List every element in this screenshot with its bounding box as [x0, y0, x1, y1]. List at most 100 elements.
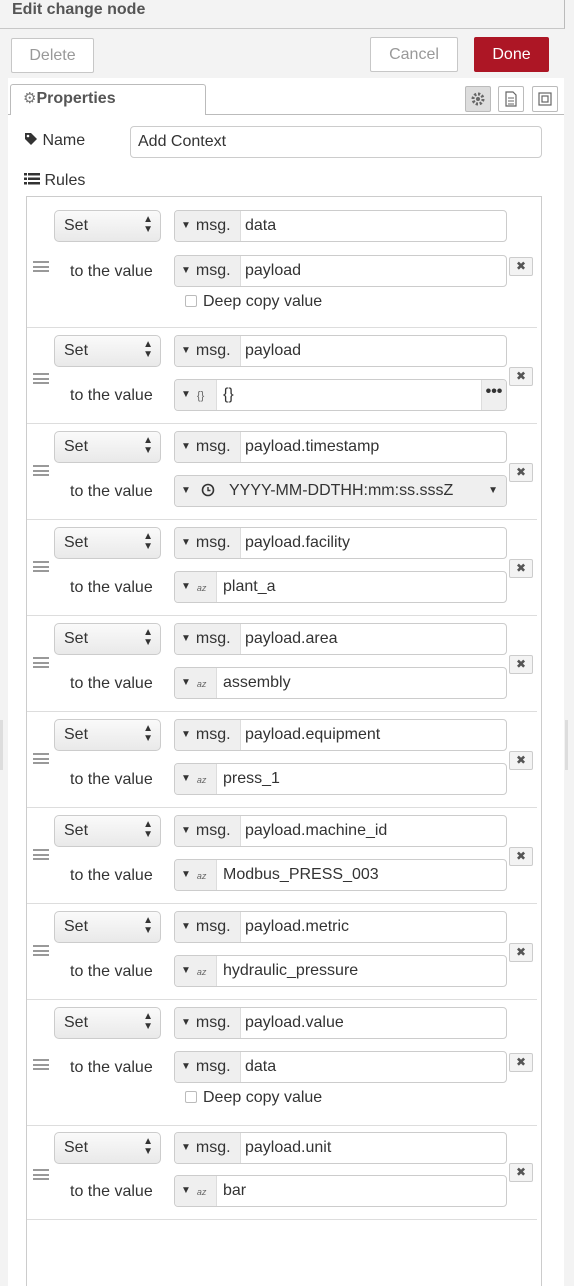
remove-rule-button[interactable]: ✖	[509, 1163, 533, 1182]
property-type-button[interactable]: ▼ msg.	[175, 720, 241, 750]
rule-property-input[interactable]: ▼ msg. payload.metric	[174, 911, 507, 943]
property-type-button[interactable]: ▼ msg.	[175, 528, 241, 558]
remove-rule-button[interactable]: ✖	[509, 1053, 533, 1072]
deep-copy-option[interactable]: Deep copy value	[185, 293, 322, 311]
property-type-button[interactable]: ▼ msg.	[175, 1133, 241, 1163]
value-type-button[interactable]: ▼ msg.	[175, 1052, 241, 1082]
node-appearance-tab-button[interactable]	[532, 86, 558, 112]
rule-value-input[interactable]: ▼ msg. payload	[174, 255, 507, 287]
rule-value-input[interactable]: ▼ {} {} •••	[174, 379, 507, 411]
drag-handle[interactable]	[33, 1059, 49, 1070]
drag-handle[interactable]	[33, 561, 49, 572]
rule-value-input[interactable]: ▼ az hydraulic_pressure	[174, 955, 507, 987]
name-input[interactable]: Add Context	[130, 126, 542, 158]
value-text: plant_a	[223, 578, 276, 595]
value-type-button[interactable]: ▼ msg.	[175, 256, 241, 286]
drag-handle[interactable]	[33, 1169, 49, 1180]
rule-value-input[interactable]: ▼ az plant_a	[174, 571, 507, 603]
rule-action-select[interactable]: Set ▲ ▼	[54, 431, 161, 463]
value-type-button[interactable]: ▼ YYYY-MM-DDTHH:mm:ss.sssZ ▼	[175, 476, 506, 506]
remove-rule-button[interactable]: ✖	[509, 655, 533, 674]
drag-handle[interactable]	[33, 373, 49, 384]
rule-value-input[interactable]: ▼ msg. data	[174, 1051, 507, 1083]
done-button[interactable]: Done	[474, 37, 549, 72]
rule-value-input[interactable]: ▼ az assembly	[174, 667, 507, 699]
rule-action-label: Set	[64, 822, 89, 839]
rule-property-input[interactable]: ▼ msg. payload.area	[174, 623, 507, 655]
rule-property-input[interactable]: ▼ msg. payload.timestamp	[174, 431, 507, 463]
deep-copy-checkbox[interactable]	[185, 1091, 197, 1103]
property-type-button[interactable]: ▼ msg.	[175, 336, 241, 366]
drag-handle[interactable]	[33, 849, 49, 860]
rule-property-input[interactable]: ▼ msg. data	[174, 210, 507, 242]
drag-handle[interactable]	[33, 261, 49, 272]
value-type-button[interactable]: ▼ {}	[175, 380, 217, 410]
value-type-button[interactable]: ▼ az	[175, 860, 217, 890]
drag-handle[interactable]	[33, 753, 49, 764]
delete-button[interactable]: Delete	[11, 38, 94, 73]
rule-value-input[interactable]: ▼ az Modbus_PRESS_003	[174, 859, 507, 891]
left-resize-edge[interactable]	[0, 720, 3, 770]
node-properties-tab-button[interactable]	[465, 86, 491, 112]
rule-action-select[interactable]: Set ▲ ▼	[54, 719, 161, 751]
tag-icon	[24, 132, 42, 149]
remove-rule-button[interactable]: ✖	[509, 847, 533, 866]
rule-property-input[interactable]: ▼ msg. payload.equipment	[174, 719, 507, 751]
deep-copy-option[interactable]: Deep copy value	[185, 1089, 322, 1107]
right-resize-edge[interactable]	[565, 720, 568, 770]
rule-row: Set ▲ ▼ ▼ msg. payload.equipment to the va…	[27, 711, 537, 808]
rule-action-select[interactable]: Set ▲ ▼	[54, 815, 161, 847]
value-type-button[interactable]: ▼ az	[175, 572, 217, 602]
value-type-button[interactable]: ▼ az	[175, 764, 217, 794]
rule-value-input[interactable]: ▼ az press_1	[174, 763, 507, 795]
rule-action-select[interactable]: Set ▲ ▼	[54, 210, 161, 242]
string-type-icon: az	[196, 871, 207, 881]
property-type-button[interactable]: ▼ msg.	[175, 211, 241, 241]
rule-value-input[interactable]: ▼ YYYY-MM-DDTHH:mm:ss.sssZ ▼	[174, 475, 507, 507]
remove-rule-button[interactable]: ✖	[509, 559, 533, 578]
rule-action-select[interactable]: Set ▲ ▼	[54, 623, 161, 655]
cancel-button[interactable]: Cancel	[370, 37, 458, 72]
tray-title: Edit change node	[12, 1, 146, 18]
drag-handle[interactable]	[33, 945, 49, 956]
property-value: data	[245, 217, 277, 234]
remove-rule-button[interactable]: ✖	[509, 943, 533, 962]
select-arrows-icon: ▲ ▼	[143, 435, 153, 456]
rule-action-select[interactable]: Set ▲ ▼	[54, 1132, 161, 1164]
remove-rule-button[interactable]: ✖	[509, 257, 533, 276]
property-type-button[interactable]: ▼ msg.	[175, 912, 241, 942]
property-type-button[interactable]: ▼ msg.	[175, 624, 241, 654]
expand-editor-button[interactable]: •••	[481, 380, 506, 410]
drag-handle[interactable]	[33, 657, 49, 668]
rule-property-input[interactable]: ▼ msg. payload.unit	[174, 1132, 507, 1164]
value-text: data	[245, 1058, 277, 1075]
value-text: bar	[223, 1182, 247, 1199]
remove-rule-button[interactable]: ✖	[509, 367, 533, 386]
value-type-button[interactable]: ▼ az	[175, 668, 217, 698]
drag-handle[interactable]	[33, 465, 49, 476]
caret-down-icon: ▼	[181, 389, 191, 400]
tab-label: Properties	[36, 90, 116, 107]
node-description-tab-button[interactable]	[498, 86, 524, 112]
rule-property-input[interactable]: ▼ msg. payload.machine_id	[174, 815, 507, 847]
rule-action-select[interactable]: Set ▲ ▼	[54, 335, 161, 367]
property-type-button[interactable]: ▼ msg.	[175, 816, 241, 846]
property-type-button[interactable]: ▼ msg.	[175, 1008, 241, 1038]
rule-action-select[interactable]: Set ▲ ▼	[54, 527, 161, 559]
rule-property-input[interactable]: ▼ msg. payload	[174, 335, 507, 367]
rule-value-input[interactable]: ▼ az bar	[174, 1175, 507, 1207]
rule-property-input[interactable]: ▼ msg. payload.value	[174, 1007, 507, 1039]
deep-copy-checkbox[interactable]	[185, 295, 197, 307]
remove-rule-button[interactable]: ✖	[509, 463, 533, 482]
string-type-icon: az	[196, 583, 207, 593]
value-type-button[interactable]: ▼ az	[175, 956, 217, 986]
rule-row: Set ▲ ▼ ▼ msg. payload.facility to the val…	[27, 519, 537, 616]
tab-properties[interactable]: ⚙Properties	[10, 84, 206, 115]
property-type-button[interactable]: ▼ msg.	[175, 432, 241, 462]
remove-rule-button[interactable]: ✖	[509, 751, 533, 770]
rule-action-select[interactable]: Set ▲ ▼	[54, 1007, 161, 1039]
value-type-button[interactable]: ▼ az	[175, 1176, 217, 1206]
rule-action-select[interactable]: Set ▲ ▼	[54, 911, 161, 943]
property-value: payload.area	[245, 630, 338, 647]
rule-property-input[interactable]: ▼ msg. payload.facility	[174, 527, 507, 559]
